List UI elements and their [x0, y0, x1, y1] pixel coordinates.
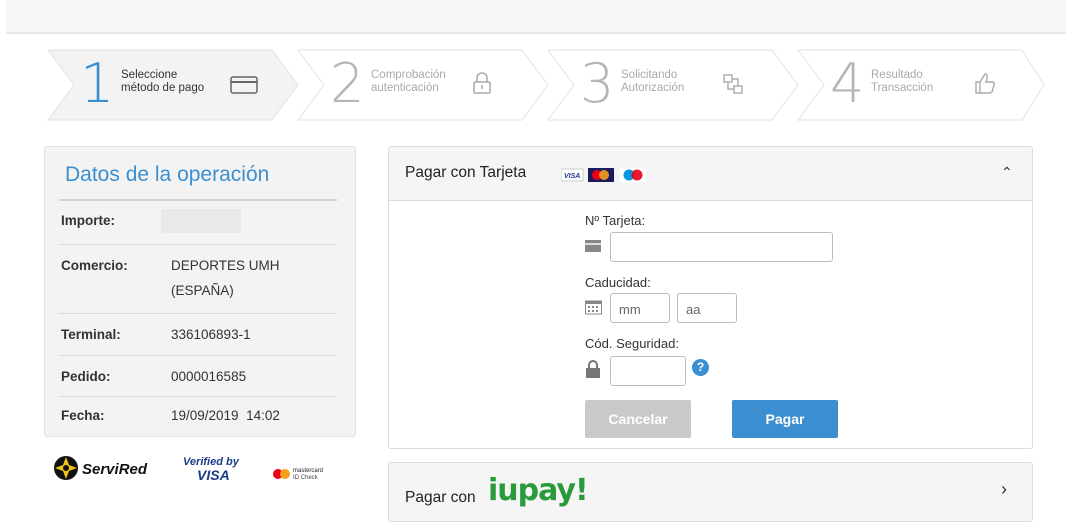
terminal-value: 336106893-1 — [171, 327, 251, 342]
help-icon[interactable]: ? — [692, 359, 709, 376]
servired-text: ServiRed — [82, 461, 148, 478]
fecha-value: 19/09/2019 14:02 — [171, 408, 280, 423]
step-2: 2 Comprobación autenticación — [294, 49, 556, 121]
divider — [59, 355, 337, 356]
step-4: 4 Resultado Transacción — [794, 49, 1056, 121]
card-payment-header[interactable]: Pagar con Tarjeta VISA ⌃ — [389, 147, 1032, 201]
collapse-chevron-icon[interactable]: ⌃ — [1001, 164, 1013, 181]
pedido-label: Pedido: — [61, 369, 111, 384]
calendar-icon — [585, 300, 602, 315]
divider — [59, 396, 337, 397]
credit-card-icon — [230, 76, 258, 94]
fecha-label: Fecha: — [61, 408, 105, 423]
operation-title: Datos de la operación — [65, 163, 270, 186]
card-number-label: Nº Tarjeta: — [585, 213, 646, 228]
divider — [59, 199, 337, 201]
thumbs-up-icon — [975, 73, 996, 94]
iupay-logo: iupay! — [488, 473, 589, 508]
expiry-year-input[interactable]: aa — [677, 293, 737, 323]
mastercard-id-check-logo — [273, 469, 290, 479]
expiry-label: Caducidad: — [585, 275, 651, 290]
step-1-number: 1 — [80, 52, 115, 115]
comercio-value: DEPORTES UMH (ESPAÑA) — [171, 258, 280, 298]
pedido-value: 0000016585 — [171, 369, 247, 384]
card-payment-title: Pagar con Tarjeta — [405, 164, 527, 181]
step-3: 3 Solicitando Autorización — [544, 49, 806, 121]
iupay-payment-panel[interactable]: Pagar con iupay! › — [388, 462, 1033, 522]
logos-svg: ServiRed Verified by VISA mastercard ID … — [54, 456, 323, 483]
operation-details-panel: Datos de la operación Importe: Comercio:… — [44, 146, 356, 437]
card-icon — [585, 240, 601, 252]
svg-text:VISA: VISA — [564, 173, 580, 180]
importe-value-redacted — [161, 209, 241, 233]
comercio-label: Comercio: — [61, 258, 128, 273]
progress-steps: 1 Seleccione método de pago 2 Comprobaci… — [44, 49, 1045, 121]
step-1: 1 Seleccione método de pago — [44, 49, 306, 121]
verified-visa-text: VISA — [197, 467, 230, 483]
pay-button[interactable]: Pagar — [732, 400, 838, 438]
expand-chevron-icon[interactable]: › — [1001, 479, 1007, 500]
security-logos: ServiRed Verified by VISA mastercard ID … — [52, 452, 352, 492]
divider — [59, 313, 337, 314]
top-band — [6, 0, 1066, 34]
visa-logo: VISA — [561, 168, 584, 182]
divider — [59, 244, 337, 245]
card-brands: VISA — [561, 168, 646, 182]
step-3-number: 3 — [580, 52, 615, 115]
step-4-label: Resultado Transacción — [871, 69, 934, 94]
card-payment-panel: Pagar con Tarjeta VISA ⌃ Nº Tarjeta: Cad… — [388, 146, 1033, 449]
id-check-text: ID Check — [293, 475, 319, 481]
step-4-number: 4 — [830, 52, 865, 115]
terminal-label: Terminal: — [61, 327, 121, 342]
cvv-label: Cód. Seguridad: — [585, 336, 679, 351]
lock-icon — [586, 360, 600, 378]
mastercard-logo — [588, 168, 614, 182]
cancel-button[interactable]: Cancelar — [585, 400, 691, 438]
iupay-title: Pagar con — [405, 489, 476, 506]
step-1-label: Seleccione método de pago — [121, 69, 205, 94]
step-2-number: 2 — [330, 52, 365, 115]
step-2-label: Comprobación autenticación — [371, 69, 446, 94]
network-icon — [723, 74, 743, 94]
maestro-logo — [620, 168, 646, 182]
step-3-label: Solicitando Autorización — [621, 69, 685, 94]
expiry-month-input[interactable]: mm — [610, 293, 670, 323]
servired-logo — [54, 456, 78, 480]
card-number-input[interactable] — [610, 232, 833, 262]
cvv-input[interactable] — [610, 356, 686, 386]
lock-icon — [473, 72, 491, 94]
mastercard-text: mastercard — [293, 468, 323, 474]
importe-label: Importe: — [61, 213, 115, 228]
